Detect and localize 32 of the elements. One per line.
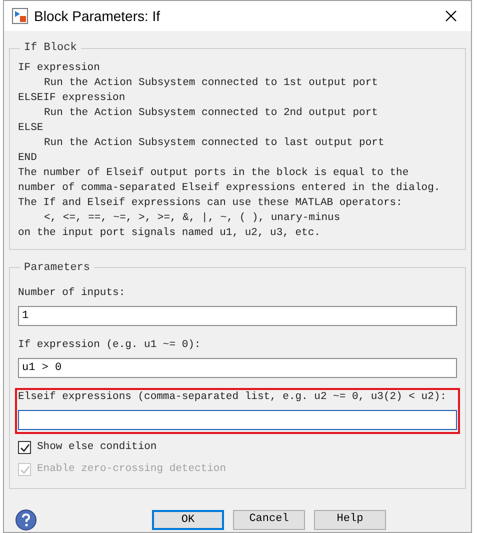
dialog-button[interactable]: Cancel [233,510,305,530]
description-line: END [18,150,38,166]
dialog-button[interactable]: Help [314,510,386,530]
description-line: The number of Elseif output ports in the block is equal to the [18,166,410,180]
group-legend: Parameters [20,260,94,276]
input-field[interactable] [18,410,457,430]
field-label: If expression (e.g. u1 ~= 0): [18,338,202,353]
description-line: number of comma-separated Elseif expressions entered in the dialog. [18,180,442,196]
description-line: <, <=, ==, ~=, >, >=, &, |, ~, ( ), unary-minus [43,210,342,226]
group-legend: If Block [20,40,81,56]
description-line: IF expression [18,60,101,76]
description-line: ELSE [18,120,44,136]
checkbox[interactable] [18,441,31,454]
checkbox-label: Enable zero-crossing detection [37,462,226,477]
description-line: Run the Action Subsystem connected to 1st output port [43,76,379,90]
description-line: Run the Action Subsystem connected to last output port [43,136,386,150]
input-field[interactable]: 1 [18,306,457,326]
description-line: on the input port signals named u1, u2, u3, etc. [18,226,322,240]
dialog-button[interactable]: OK [152,510,224,530]
description-line: ELSEIF expression [18,90,126,106]
checkbox-label: Show else condition [37,440,157,455]
field-label: Number of inputs: [18,286,126,301]
check-icon [20,442,30,453]
window-title: Block Parameters: If [34,6,160,26]
close-icon[interactable] [445,10,457,22]
input-field[interactable]: u1 > 0 [18,358,457,378]
description-line: The If and Elseif expressions can use these MATLAB operators: [18,196,404,210]
check-icon [20,464,30,475]
block-icon [12,8,28,24]
help-icon[interactable] [15,508,37,530]
description-line: Run the Action Subsystem connected to 2nd output port [43,106,379,120]
field-label: Elseif expressions (comma-separated list, e.g. u2 ~= 0, u3(2) < u2): [18,390,448,405]
